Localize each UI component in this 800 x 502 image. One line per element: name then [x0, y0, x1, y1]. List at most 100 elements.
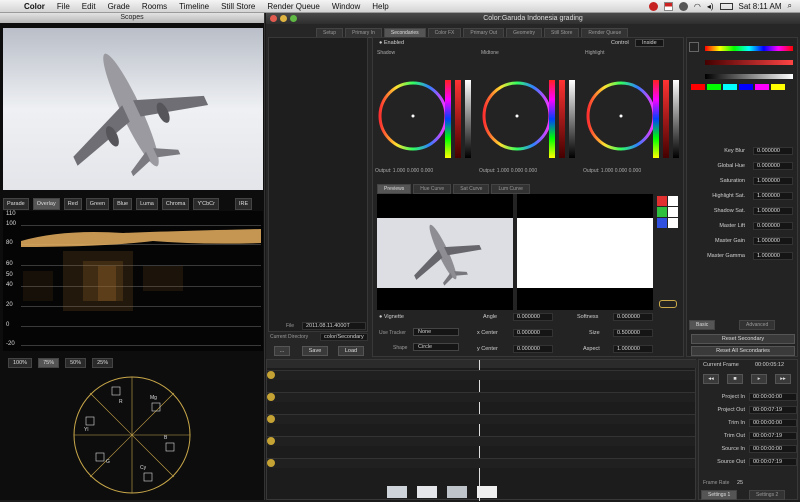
timeline-track[interactable] [267, 392, 695, 402]
advanced-tab[interactable]: Advanced [739, 320, 776, 330]
highlight-color-wheel[interactable] [585, 80, 657, 152]
highlight-sat-field[interactable]: 1.000000 [753, 192, 793, 200]
clip-thumbnail[interactable] [447, 486, 467, 498]
swatch-blue[interactable] [739, 84, 753, 90]
size-field[interactable]: 0.500000 [613, 329, 653, 337]
preview-tab-hue-curve[interactable]: Hue Curve [413, 184, 452, 194]
shadow-sat-slider[interactable] [455, 80, 461, 158]
vignette-checkbox[interactable]: ● Vignette [379, 314, 404, 320]
menu-file[interactable]: File [51, 2, 76, 11]
saturation-field[interactable]: 1.000000 [753, 177, 793, 185]
project-out-field[interactable]: 00:00:07:19 [749, 406, 797, 414]
settings-1-tab[interactable]: Settings 1 [701, 490, 738, 500]
enabled-checkbox[interactable]: ● Enabled [379, 40, 404, 46]
wifi-icon[interactable]: ◠ [694, 2, 701, 11]
stop-button[interactable]: ■ [727, 374, 743, 384]
basic-tab[interactable]: Basic [689, 320, 716, 330]
time-machine-icon[interactable] [678, 1, 688, 11]
swatch-magenta[interactable] [755, 84, 769, 90]
preview-tab-sat-curve[interactable]: Sat Curve [453, 184, 490, 194]
menu-grade[interactable]: Grade [102, 2, 136, 11]
new-dir-button[interactable]: … [274, 346, 290, 356]
timeline-track[interactable] [267, 436, 695, 446]
highlight-sat-slider[interactable] [663, 80, 669, 158]
current-directory-field[interactable]: color/Secondary [320, 333, 368, 341]
zoom-50[interactable]: 50% [65, 358, 87, 368]
trim-out-field[interactable]: 00:00:07:19 [749, 432, 797, 440]
use-tracker-dropdown[interactable]: None [413, 328, 459, 336]
eyedropper-icon[interactable] [689, 42, 699, 52]
swatch-red[interactable] [691, 84, 705, 90]
minimize-window-button[interactable] [280, 15, 287, 22]
playhead[interactable] [479, 360, 480, 501]
menu-timeline[interactable]: Timeline [173, 2, 215, 11]
zoom-75[interactable]: 75% [38, 358, 60, 368]
timeline-track[interactable] [267, 458, 695, 468]
shadow-sat-field[interactable]: 1.000000 [753, 207, 793, 215]
scope-tab-green[interactable]: Green [85, 198, 110, 210]
zoom-window-button[interactable] [290, 15, 297, 22]
menu-edit[interactable]: Edit [76, 2, 102, 11]
track-enable-icon[interactable] [267, 437, 275, 445]
midtone-lum-slider[interactable] [569, 80, 575, 158]
highlight-hue-slider[interactable] [653, 80, 659, 158]
spotlight-icon[interactable]: ⌕ [788, 1, 792, 11]
scope-tab-ire[interactable]: IRE [235, 198, 253, 210]
x-center-field[interactable]: 0.000000 [513, 329, 553, 337]
midtone-hue-slider[interactable] [549, 80, 555, 158]
midtone-sat-slider[interactable] [559, 80, 565, 158]
project-in-field[interactable]: 00:00:00:00 [749, 393, 797, 401]
scope-tab-chroma[interactable]: Chroma [161, 198, 190, 210]
record-status-icon[interactable] [648, 1, 658, 11]
highlight-lum-slider[interactable] [673, 80, 679, 158]
menu-rooms[interactable]: Rooms [136, 2, 173, 11]
midtone-color-wheel[interactable] [481, 80, 553, 152]
track-enable-icon[interactable] [267, 371, 275, 379]
clip-thumbnail[interactable] [477, 486, 497, 498]
scope-tab-luma[interactable]: Luma [136, 198, 158, 210]
source-out-field[interactable]: 00:00:07:19 [749, 458, 797, 466]
menu-window[interactable]: Window [326, 2, 366, 11]
preview-tab-previews[interactable]: Previews [377, 184, 412, 194]
vignette-shape-icon[interactable] [659, 300, 677, 308]
scope-tab-parade[interactable]: Parade [3, 198, 29, 210]
settings-2-tab[interactable]: Settings 2 [749, 490, 786, 500]
clip-thumbnail[interactable] [417, 486, 437, 498]
timeline-track[interactable] [267, 414, 695, 424]
preview-tab-lum-curve[interactable]: Lum Curve [491, 184, 530, 194]
shadow-lum-slider[interactable] [465, 80, 471, 158]
global-hue-field[interactable]: 0.000000 [753, 162, 793, 170]
save-button[interactable]: Save [302, 346, 328, 356]
timeline-ruler[interactable] [267, 360, 697, 368]
menu-help[interactable]: Help [366, 2, 394, 11]
menu-clock[interactable]: Sat 8:11 AM [739, 2, 782, 11]
timeline-track[interactable] [267, 370, 695, 380]
track-enable-icon[interactable] [267, 415, 275, 423]
load-button[interactable]: Load [338, 346, 364, 356]
close-window-button[interactable] [270, 15, 277, 22]
scope-tab-overlay[interactable]: Overlay [32, 198, 60, 210]
swatch-yellow[interactable] [771, 84, 785, 90]
scope-tab-ycbcr[interactable]: Y'CbCr [193, 198, 219, 210]
y-center-field[interactable]: 0.000000 [513, 345, 553, 353]
menu-color[interactable]: Color [18, 2, 51, 11]
control-dropdown[interactable]: Inside [635, 39, 664, 47]
track-enable-icon[interactable] [267, 459, 275, 467]
scope-tab-red[interactable]: Red [63, 198, 82, 210]
volume-icon[interactable]: ◂) [707, 2, 714, 11]
zoom-25[interactable]: 25% [92, 358, 114, 368]
play-button[interactable]: ▸ [751, 374, 767, 384]
shape-dropdown[interactable]: Circle [413, 343, 459, 351]
luminance-range-bar[interactable] [705, 74, 793, 79]
zoom-100[interactable]: 100% [8, 358, 33, 368]
rewind-button[interactable]: ◂◂ [703, 374, 719, 384]
track-enable-icon[interactable] [267, 393, 275, 401]
aspect-field[interactable]: 1.000000 [613, 345, 653, 353]
master-lift-field[interactable]: 0.000000 [753, 222, 793, 230]
shadow-color-wheel[interactable] [377, 80, 449, 152]
forward-button[interactable]: ▸▸ [775, 374, 791, 384]
battery-icon[interactable] [719, 2, 733, 10]
menu-still-store[interactable]: Still Store [215, 2, 261, 11]
key-blur-field[interactable]: 0.000000 [753, 147, 793, 155]
trim-in-field[interactable]: 00:00:00:00 [749, 419, 797, 427]
